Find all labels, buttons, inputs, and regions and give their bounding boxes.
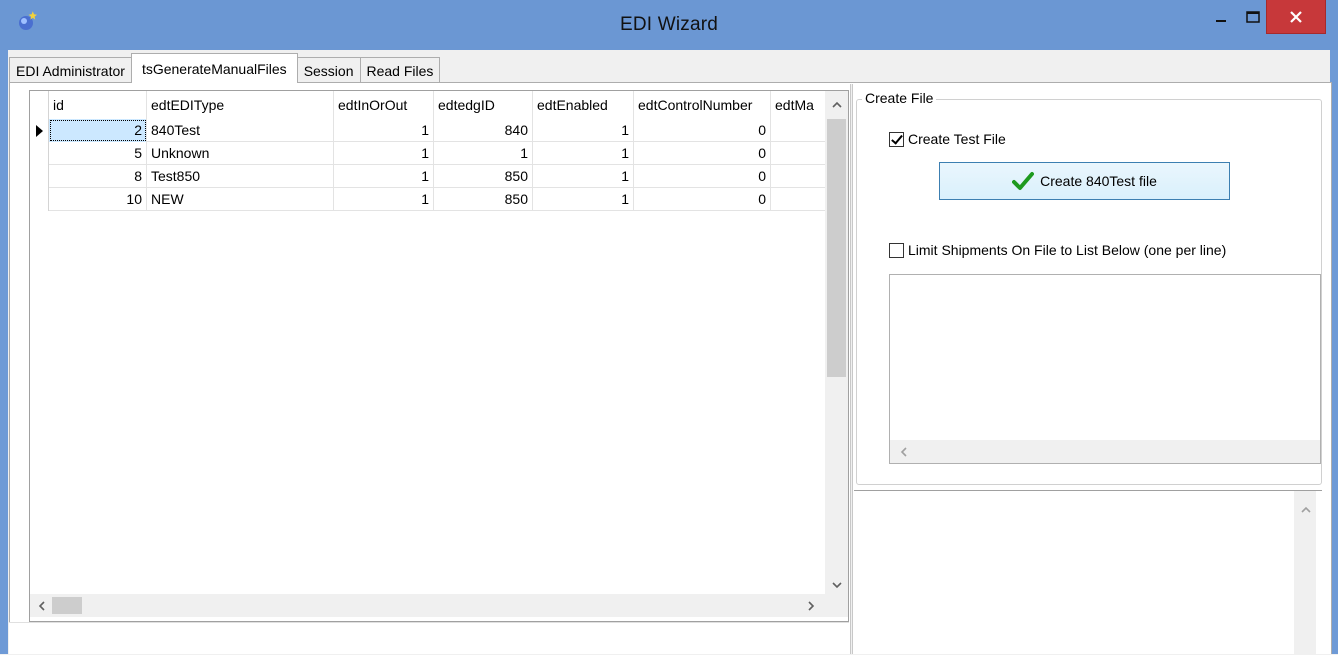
tab-read-files[interactable]: Read Files: [359, 57, 441, 83]
tab-generate-manual-files[interactable]: tsGenerateManualFiles: [130, 53, 298, 83]
scroll-right-icon[interactable]: [800, 599, 823, 614]
checkbox-unchecked-icon[interactable]: [889, 242, 904, 258]
grid-vertical-scrollbar[interactable]: [825, 91, 848, 594]
cell-in-or-out[interactable]: 1: [334, 165, 434, 188]
cell-id[interactable]: 10: [49, 188, 147, 211]
column-header-enabled[interactable]: edtEnabled: [533, 91, 634, 119]
edi-types-grid[interactable]: id edtEDIType edtInOrOut edtedgID edtEna…: [29, 90, 849, 622]
checkbox-checked-icon[interactable]: [889, 131, 904, 147]
row-header[interactable]: [30, 119, 49, 142]
scrollbar-corner: [825, 594, 848, 617]
create-test-file-label: Create Test File: [908, 131, 1006, 147]
row-header-corner: [30, 91, 49, 119]
row-header[interactable]: [30, 142, 49, 165]
grid-footer: [9, 622, 849, 654]
cell-id[interactable]: 5: [49, 142, 147, 165]
table-row[interactable]: 8 Test850 1 850 1 0: [30, 165, 826, 188]
cell-edg-id[interactable]: 840: [434, 119, 533, 142]
tab-session[interactable]: Session: [296, 57, 361, 83]
cell-edt-ma[interactable]: [771, 188, 825, 211]
close-button[interactable]: [1266, 0, 1326, 34]
scroll-thumb[interactable]: [52, 597, 82, 614]
scroll-up-icon[interactable]: [1294, 501, 1317, 516]
column-header-edt-ma[interactable]: edtMa: [771, 91, 825, 119]
cell-edi-type[interactable]: NEW: [147, 188, 334, 211]
cell-edi-type[interactable]: Test850: [147, 165, 334, 188]
cell-edt-ma[interactable]: [771, 119, 825, 142]
cell-edt-ma[interactable]: [771, 165, 825, 188]
cell-enabled[interactable]: 1: [533, 142, 634, 165]
create-test-file-checkbox[interactable]: Create Test File: [889, 131, 1006, 147]
output-textbox[interactable]: [854, 490, 1322, 655]
limit-shipments-label: Limit Shipments On File to List Below (o…: [908, 242, 1227, 258]
scroll-left-icon[interactable]: [892, 445, 915, 460]
minimize-icon: [1216, 20, 1226, 22]
scroll-up-icon[interactable]: [825, 96, 848, 111]
grid-horizontal-scrollbar[interactable]: [30, 594, 825, 617]
cell-control-number[interactable]: 0: [634, 188, 771, 211]
row-header[interactable]: [30, 188, 49, 211]
scroll-left-icon[interactable]: [30, 599, 53, 614]
cell-control-number[interactable]: 0: [634, 165, 771, 188]
cell-id[interactable]: 8: [49, 165, 147, 188]
window-title: EDI Wizard: [619, 14, 719, 35]
table-row[interactable]: 5 Unknown 1 1 1 0: [30, 142, 826, 165]
cell-edg-id[interactable]: 850: [434, 165, 533, 188]
cell-edt-ma[interactable]: [771, 142, 825, 165]
limit-shipments-checkbox[interactable]: Limit Shipments On File to List Below (o…: [889, 242, 1226, 258]
cell-edg-id[interactable]: 850: [434, 188, 533, 211]
scroll-thumb[interactable]: [827, 119, 846, 377]
grid-body: 2 840Test 1 840 1 0 5 Unknown 1 1 1 0 8: [30, 119, 826, 211]
checkmark-icon: [1012, 172, 1035, 190]
shipment-list-textbox[interactable]: [889, 274, 1321, 464]
cell-control-number[interactable]: 0: [634, 142, 771, 165]
column-header-in-or-out[interactable]: edtInOrOut: [334, 91, 434, 119]
table-row[interactable]: 2 840Test 1 840 1 0: [30, 119, 826, 142]
tab-edi-administrator[interactable]: EDI Administrator: [9, 57, 132, 83]
row-header[interactable]: [30, 165, 49, 188]
cell-enabled[interactable]: 1: [533, 165, 634, 188]
create-file-button-label: Create 840Test file: [1040, 173, 1157, 189]
cell-edi-type[interactable]: 840Test: [147, 119, 334, 142]
cell-control-number[interactable]: 0: [634, 119, 771, 142]
cell-edg-id[interactable]: 1: [434, 142, 533, 165]
create-file-button[interactable]: Create 840Test file: [939, 162, 1230, 200]
current-row-indicator-icon: [36, 125, 43, 137]
list-horizontal-scrollbar[interactable]: [890, 440, 1320, 463]
cell-in-or-out[interactable]: 1: [334, 188, 434, 211]
column-header-edi-type[interactable]: edtEDIType: [147, 91, 334, 119]
create-file-group-title: Create File: [862, 90, 937, 106]
splitter[interactable]: [850, 84, 853, 654]
cell-in-or-out[interactable]: 1: [334, 142, 434, 165]
app-window: EDI Wizard EDI Administrator tsGenerateM…: [0, 0, 1338, 655]
cell-id[interactable]: 2: [49, 119, 147, 142]
tab-strip: EDI Administrator tsGenerateManualFiles …: [9, 53, 441, 83]
close-icon: [1290, 10, 1302, 23]
maximize-icon: [1246, 11, 1260, 23]
cell-enabled[interactable]: 1: [533, 119, 634, 142]
grid-header: id edtEDIType edtInOrOut edtedgID edtEna…: [30, 91, 826, 119]
cell-edi-type[interactable]: Unknown: [147, 142, 334, 165]
scroll-down-icon[interactable]: [825, 577, 848, 592]
cell-in-or-out[interactable]: 1: [334, 119, 434, 142]
table-row[interactable]: 10 NEW 1 850 1 0: [30, 188, 826, 211]
output-vertical-scrollbar[interactable]: [1294, 491, 1316, 655]
title-bar[interactable]: EDI Wizard: [0, 0, 1338, 50]
column-header-edg-id[interactable]: edtedgID: [434, 91, 533, 119]
column-header-control-number[interactable]: edtControlNumber: [634, 91, 771, 119]
cell-enabled[interactable]: 1: [533, 188, 634, 211]
column-header-id[interactable]: id: [49, 91, 147, 119]
